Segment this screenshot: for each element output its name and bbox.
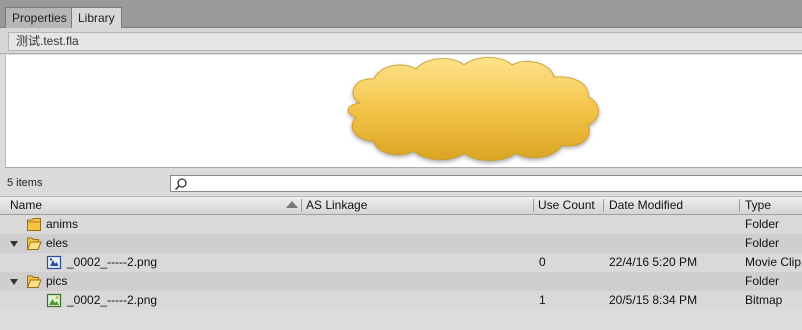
library-column-header: Name AS Linkage Use Count Date Modified … (0, 196, 802, 215)
item-type: Folder (745, 217, 780, 231)
item-use-count: 1 (539, 293, 546, 307)
movie-clip-icon (46, 255, 62, 270)
library-toolbar: 5 items (0, 172, 802, 194)
library-row-movie-clip[interactable]: _0002_-----2.png 0 22/4/16 5:20 PM Movie… (0, 253, 802, 272)
item-type: Bitmap (745, 293, 783, 307)
item-count-label: 5 items (7, 177, 43, 189)
column-divider[interactable] (739, 199, 740, 212)
item-name: pics (46, 274, 68, 288)
column-header-linkage[interactable]: AS Linkage (306, 197, 367, 214)
column-divider[interactable] (301, 199, 302, 212)
item-name: eles (46, 236, 69, 250)
library-row-anims[interactable]: anims Folder (0, 215, 802, 234)
document-bar: 测试.test.fla (0, 28, 802, 54)
document-selector[interactable]: 测试.test.fla (8, 32, 802, 51)
column-header-use-count[interactable]: Use Count (538, 197, 595, 214)
search-icon (174, 178, 187, 191)
item-type: Movie Clip (745, 255, 802, 269)
item-name: anims (46, 217, 79, 231)
folder-open-icon (26, 237, 42, 250)
panel-tab-bar: Properties Library (0, 0, 802, 29)
tab-library[interactable]: Library (71, 7, 122, 29)
column-divider[interactable] (533, 199, 534, 212)
folder-open-icon (26, 275, 42, 288)
expand-triangle-icon[interactable] (10, 241, 18, 247)
cloud-preview-image (347, 57, 599, 161)
item-date-modified: 22/4/16 5:20 PM (609, 255, 698, 269)
item-type: Folder (745, 274, 780, 288)
item-date-modified: 20/5/15 8:34 PM (609, 293, 698, 307)
symbol-preview (5, 55, 802, 168)
bitmap-icon (46, 293, 62, 308)
library-row-bitmap[interactable]: _0002_-----2.png 1 20/5/15 8:34 PM Bitma… (0, 291, 802, 310)
item-name: _0002_-----2.png (67, 293, 158, 307)
item-name: _0002_-----2.png (67, 255, 158, 269)
library-item-list: anims Folder eles Folder _0002_-----2.pn… (0, 215, 802, 310)
column-header-type[interactable]: Type (745, 197, 771, 214)
library-row-pics[interactable]: pics Folder (0, 272, 802, 291)
tab-properties[interactable]: Properties (5, 7, 74, 28)
column-header-date-modified[interactable]: Date Modified (609, 197, 683, 214)
library-row-eles[interactable]: eles Folder (0, 234, 802, 253)
column-header-name[interactable]: Name (10, 197, 42, 214)
column-divider[interactable] (603, 199, 604, 212)
search-input[interactable] (170, 175, 802, 192)
item-use-count: 0 (539, 255, 546, 269)
sort-ascending-icon[interactable] (286, 201, 298, 208)
expand-triangle-icon[interactable] (10, 279, 18, 285)
folder-closed-icon (27, 218, 41, 231)
item-type: Folder (745, 236, 780, 250)
